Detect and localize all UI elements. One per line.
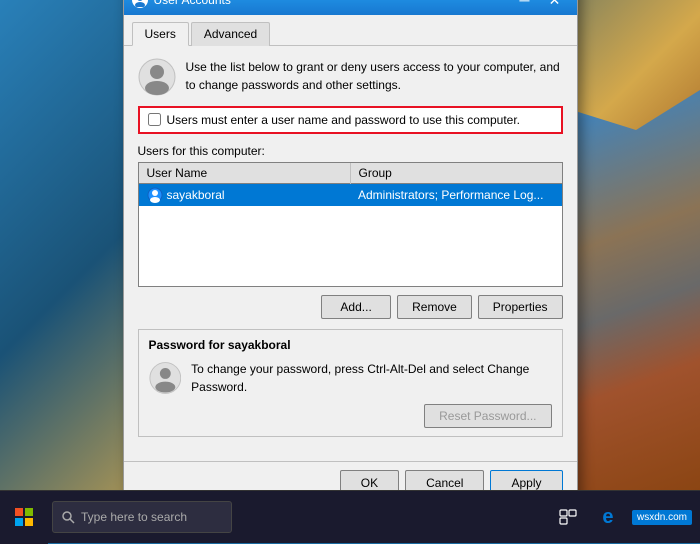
col-username: User Name xyxy=(139,163,351,184)
password-user-icon xyxy=(149,360,182,396)
reset-password-button[interactable]: Reset Password... xyxy=(424,404,551,428)
table-row[interactable]: sayakboral Administrators; Performance L… xyxy=(139,183,562,206)
users-table-container: User Name Group xyxy=(138,162,563,287)
password-btn-row: Reset Password... xyxy=(149,404,552,428)
user-row-icon xyxy=(147,187,163,203)
user-action-buttons: Add... Remove Properties xyxy=(138,295,563,319)
search-bar[interactable]: Type here to search xyxy=(52,501,232,533)
search-placeholder: Type here to search xyxy=(81,510,187,524)
properties-button[interactable]: Properties xyxy=(478,295,563,319)
remove-button[interactable]: Remove xyxy=(397,295,472,319)
dialog-titlebar: User Accounts ─ ✕ xyxy=(124,0,577,15)
require-password-checkbox[interactable] xyxy=(148,113,161,126)
password-text: To change your password, press Ctrl-Alt-… xyxy=(191,360,551,396)
user-group-cell: Administrators; Performance Log... xyxy=(350,183,562,206)
tab-advanced[interactable]: Advanced xyxy=(191,22,270,46)
empty-table-area xyxy=(139,206,562,286)
add-button[interactable]: Add... xyxy=(321,295,391,319)
users-section-label: Users for this computer: xyxy=(138,144,563,158)
checkbox-section: Users must enter a user name and passwor… xyxy=(138,106,563,134)
close-button[interactable]: ✕ xyxy=(541,0,569,11)
minimize-button[interactable]: ─ xyxy=(511,0,539,11)
password-section: Password for sayakboral To change your p… xyxy=(138,329,563,437)
taskview-svg xyxy=(559,509,577,525)
taskbar-right: e wsxdn.com xyxy=(552,501,700,533)
users-table: User Name Group xyxy=(139,163,562,286)
main-content: Use the list below to grant or deny user… xyxy=(124,46,577,461)
info-section: Use the list below to grant or deny user… xyxy=(138,58,563,96)
password-info: To change your password, press Ctrl-Alt-… xyxy=(149,360,552,396)
user-icon-large xyxy=(138,58,176,96)
wsxdn-badge: wsxdn.com xyxy=(632,510,692,525)
start-button[interactable] xyxy=(0,491,48,544)
user-name-cell: sayakboral xyxy=(139,183,351,206)
taskview-icon[interactable] xyxy=(552,501,584,533)
edge-icon[interactable]: e xyxy=(592,501,624,533)
info-text: Use the list below to grant or deny user… xyxy=(186,58,563,94)
taskbar: Type here to search e wsxdn.com xyxy=(0,490,700,543)
search-icon xyxy=(61,510,75,524)
tab-users[interactable]: Users xyxy=(132,22,189,46)
user-icon-titlebar xyxy=(133,0,147,7)
windows-icon xyxy=(14,507,34,527)
dialog-title: User Accounts xyxy=(154,0,511,7)
password-section-title: Password for sayakboral xyxy=(149,338,552,352)
dialog-titlebar-icon xyxy=(132,0,148,8)
dialog-overlay: User Accounts ─ ✕ Users Advanced Use the… xyxy=(0,0,700,490)
user-accounts-dialog: User Accounts ─ ✕ Users Advanced Use the… xyxy=(123,0,578,507)
user-name: sayakboral xyxy=(167,188,225,202)
col-group: Group xyxy=(350,163,562,184)
checkbox-label: Users must enter a user name and passwor… xyxy=(167,113,521,127)
tabs-container: Users Advanced xyxy=(124,15,577,46)
dialog-controls: ─ ✕ xyxy=(511,0,569,11)
